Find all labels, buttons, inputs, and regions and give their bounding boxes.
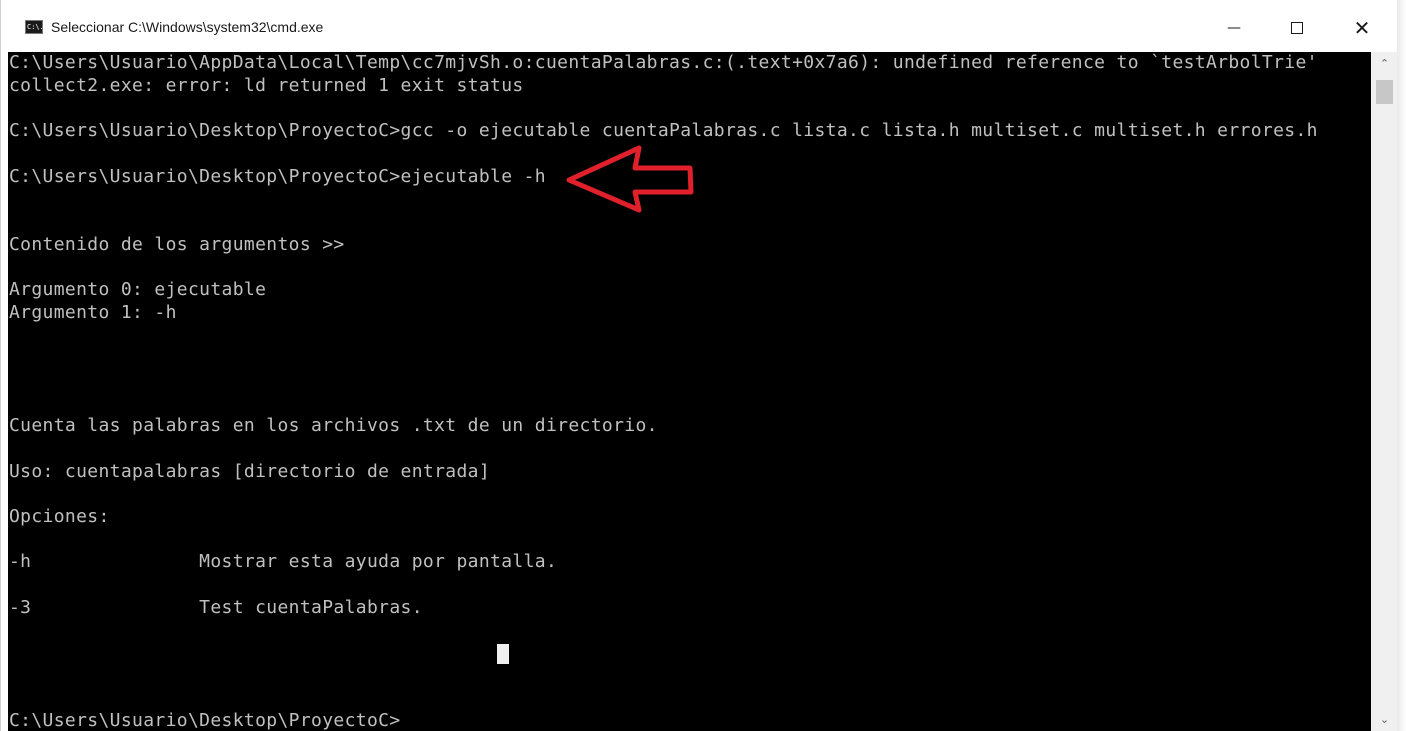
title-bar[interactable]: C:\. Seleccionar C:\Windows\system32\cmd… [1,0,1398,52]
scroll-up-arrow-icon[interactable]: ⌃ [1371,54,1398,72]
console-line: C:\Users\Usuario\Desktop\ProyectoC>ejecu… [9,165,546,187]
console-line: -h Mostrar esta ayuda por pantalla. [9,551,558,573]
text-cursor [497,644,509,664]
minimize-button[interactable]: — [1211,8,1257,48]
vertical-scrollbar[interactable]: ⌃ ⌄ [1371,52,1398,731]
console-line: Contenido de los argumentos >> [9,233,345,255]
maximize-icon [1291,22,1303,34]
console-line: Argumento 1: -h [9,301,177,323]
window-shadow [1397,0,1406,731]
red-arrow-annotation [566,145,694,213]
minimize-icon: — [1227,20,1241,36]
console-line: C:\Users\Usuario\Desktop\ProyectoC>gcc -… [9,120,1318,142]
console-line: Cuenta las palabras en los archivos .txt… [9,415,658,437]
window-title: Seleccionar C:\Windows\system32\cmd.exe [51,19,324,35]
console-line: Opciones: [9,506,110,527]
close-icon: ✕ [1353,16,1371,40]
cmd-window: C:\. Seleccionar C:\Windows\system32\cmd… [0,0,1398,731]
console-line: C:\Users\Usuario\AppData\Local\Temp\cc7m… [9,52,1318,73]
console-line: C:\Users\Usuario\Desktop\ProyectoC> [9,710,401,731]
cmd-console-icon[interactable]: C:\. [25,20,43,34]
close-button[interactable]: ✕ [1339,8,1385,48]
scroll-down-arrow-icon[interactable]: ⌄ [1371,710,1398,728]
console-line: collect2.exe: error: ld returned 1 exit … [9,74,524,96]
arrow-shape [566,145,694,213]
maximize-button[interactable] [1274,8,1320,48]
console-line: -3 Test cuentaPalabras. [9,596,423,618]
console-line: Uso: cuentapalabras [directorio de entra… [9,460,491,482]
console-line: Argumento 0: ejecutable [9,279,267,300]
console-output[interactable]: C:\Users\Usuario\AppData\Local\Temp\cc7m… [8,52,1371,731]
scroll-thumb[interactable] [1376,80,1393,104]
